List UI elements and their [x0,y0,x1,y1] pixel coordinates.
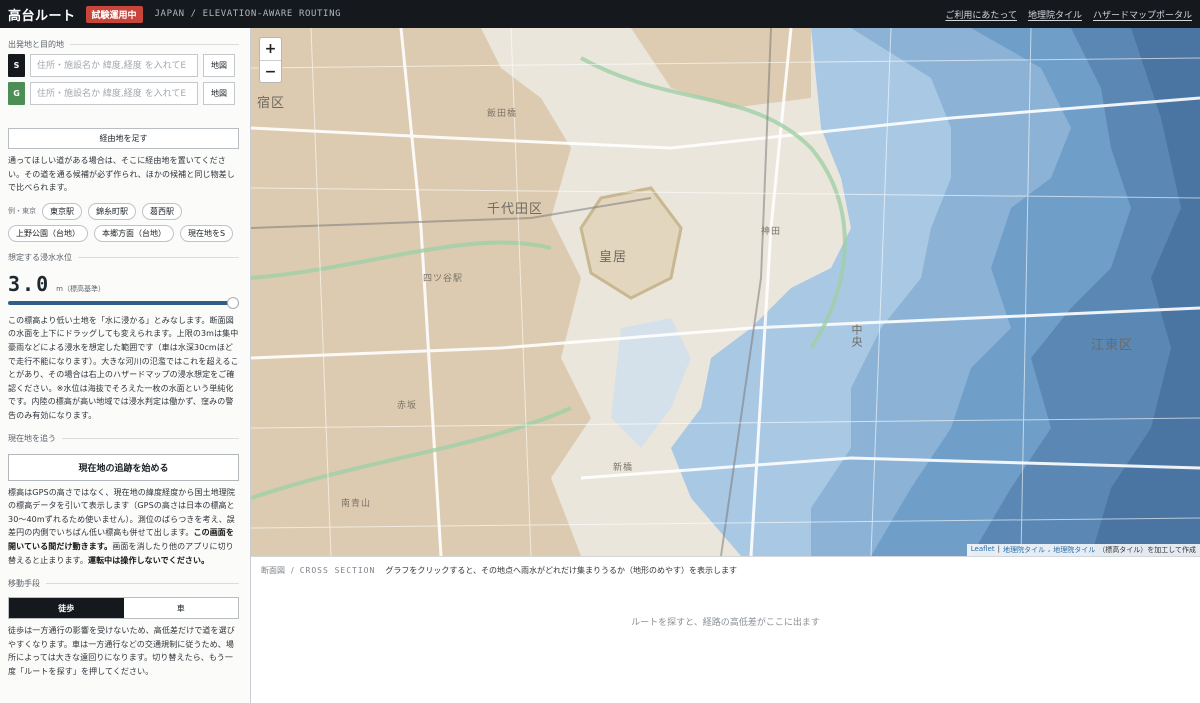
water-level-thumb[interactable] [227,296,239,309]
tracking-description: 標高はGPSの高さではなく、現在地の緯度経度から国土地理院の標高データを引いて表… [8,486,239,568]
map-label-yotsuya: 四ツ谷駅 [423,274,464,284]
map-label-shinjuku: 宿区 [257,96,286,111]
trial-badge: 試験運用中 [85,5,143,23]
example-chip-kasai-station[interactable]: 葛西駅 [142,202,182,220]
mode-description: 徒歩は一方通行の影響を受けないため、高低差だけで道を選びやすくなります。車は一方… [8,626,235,676]
app-subtitle: JAPAN / ELEVATION-AWARE ROUTING [154,9,342,19]
map-label-chiyoda: 千代田区 [487,202,544,217]
hazard-map-link[interactable]: ハザードマップポータル [1093,8,1192,21]
water-level-readout: 3.0 m（標高基準） [8,272,239,296]
attribution-suffix: （標高タイル）を加工して作成 [1098,546,1196,554]
leaflet-link[interactable]: Leaflet [971,545,995,555]
goal-mark: G [8,82,25,105]
start-tracking-button[interactable]: 現在地の追跡を始める [8,453,239,481]
start-input[interactable] [30,54,198,77]
example-chip-ueno-park[interactable]: 上野公園（台地） [8,224,88,242]
zoom-out-button[interactable]: − [260,60,281,82]
gsi-tiles-link[interactable]: 地理院タイル [1028,8,1082,21]
map-label-minami-aoyama: 南青山 [341,499,372,509]
water-level-slider[interactable] [8,296,239,309]
example-chip-hongo[interactable]: 本郷方面（台地） [94,224,174,242]
map-label-chuo: 中央 [850,324,863,348]
example-chip-tokyo-station[interactable]: 東京駅 [42,202,82,220]
zoom-control: + − [259,37,282,83]
example-chips: 例・東京 東京駅 錦糸町駅 葛西駅 上野公園（台地） 本郷方面（台地） 現在地を… [8,202,239,242]
add-waypoint-button[interactable]: 経由地を足す [8,128,239,149]
map-attribution: Leaflet | 地理院タイル , 地理院タイル （標高タイル）を加工して作成 [966,544,1200,556]
cross-section-label-en: CROSS SECTION [299,566,376,575]
map-label-kokyo: 皇居 [599,250,628,265]
gsi-elevation-tile-link[interactable]: 地理院タイル [1053,545,1095,555]
water-level-value: 3.0 [8,271,51,296]
map-label-akasaka: 赤坂 [397,401,418,411]
tracking-desc-strong2: 運転中は操作しないでください。 [87,555,210,565]
waypoint-description: 通ってほしい道がある場合は、そこに経由地を置いてください。その道を通る候補が必ず… [8,156,235,193]
travel-mode-toggle: 徒歩 車 [8,597,239,620]
app-title: 高台ルート [8,8,76,24]
map-canvas [251,28,1200,556]
goal-map-button[interactable]: 地図 [203,82,235,105]
header-links: ご利用にあたって 地理院タイル ハザードマップポータル [945,8,1192,21]
cross-section-label: 断面図 [261,566,285,575]
mode-car-option[interactable]: 車 [123,598,238,619]
map-label-iidabashi: 飯田橋 [487,109,518,119]
water-level-track [8,300,239,305]
mode-section-label: 移動手段 [8,573,239,593]
map-label-shinbashi: 新橋 [613,463,634,473]
start-mark: S [8,54,25,77]
cross-section-empty-message: ルートを探すと、経路の高低差がここに出ます [631,618,820,628]
cross-section-header: 断面図 / CROSS SECTION グラフをクリックすると、その地点へ雨水が… [251,557,1200,584]
cross-section-panel[interactable]: 断面図 / CROSS SECTION グラフをクリックすると、その地点へ雨水が… [251,556,1200,703]
water-level-description: この標高より低い土地を「水に浸かる」とみなします。断面図の水面を上下にドラッグし… [8,315,239,420]
start-row: S 地図 [8,54,239,77]
tracking-section-label: 現在地を追う [8,429,239,449]
sidebar: 出発地と目的地 S 地図 G 地図 経由地を足す 通ってほしい道がある場合は、そ… [0,28,251,703]
zoom-in-button[interactable]: + [260,38,281,60]
examples-label: 例・東京 [8,207,36,216]
terms-link[interactable]: ご利用にあたって [945,8,1017,21]
gsi-tile-link[interactable]: 地理院タイル [1003,545,1045,555]
mode-walk-option[interactable]: 徒歩 [9,598,124,619]
attribution-comma: , [1047,545,1051,553]
route-section-label: 出発地と目的地 [8,34,239,54]
water-level-unit: m（標高基準） [56,284,105,293]
attribution-separator: | [997,545,1000,553]
example-chip-current-location[interactable]: 現在地をS [180,224,234,242]
goal-row: G 地図 [8,82,239,105]
goal-input[interactable] [30,82,198,105]
start-map-button[interactable]: 地図 [203,54,235,77]
water-section-label: 想定する浸水水位 [8,248,239,268]
cross-section-divider: / [291,566,294,575]
example-chip-kinshicho-station[interactable]: 錦糸町駅 [88,202,136,220]
map-label-kanda: 神田 [761,227,782,237]
map-label-koto: 江東区 [1091,338,1134,353]
app-header: 高台ルート 試験運用中 JAPAN / ELEVATION-AWARE ROUT… [0,0,1200,28]
cross-section-hint: グラフをクリックすると、その地点へ雨水がどれだけ集まりうるか（地形のめやす）を表… [385,566,738,575]
map-view[interactable]: 宿区 千代田区 皇居 中央 江東区 四ツ谷駅 赤坂 南青山 新橋 神田 飯田橋 … [251,28,1200,556]
